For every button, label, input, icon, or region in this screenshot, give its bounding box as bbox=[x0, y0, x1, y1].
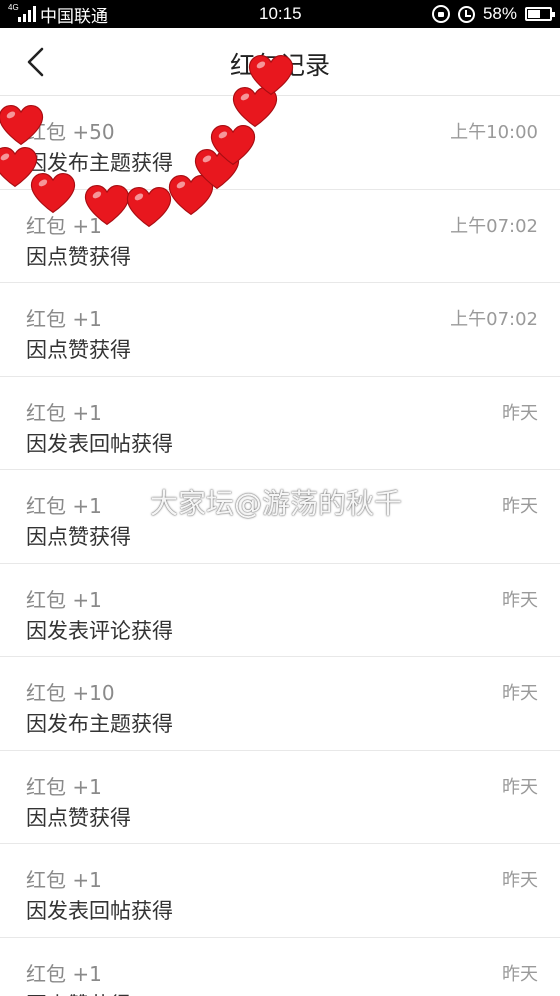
page-title: 红包记录 bbox=[229, 51, 330, 80]
record-amount: 红包 +10 bbox=[26, 681, 115, 705]
record-item[interactable]: 红包 +1 因点赞获得 昨天 bbox=[0, 750, 560, 844]
record-reason: 因点赞获得 bbox=[26, 525, 131, 549]
record-time: 昨天 bbox=[502, 496, 538, 517]
record-item[interactable]: 红包 +1 因发表回帖获得 昨天 bbox=[0, 376, 560, 470]
rotation-lock-icon bbox=[431, 5, 450, 23]
record-item[interactable]: 红包 +1 因点赞获得 昨天 bbox=[0, 937, 560, 996]
record-item[interactable]: 红包 +1 因点赞获得 上午07:02 bbox=[0, 189, 560, 283]
record-reason: 因发表回帖获得 bbox=[26, 899, 173, 923]
screen: 4G 中国联通 10:15 58% 红包记录 红包 +50 因发布主题获得 上午10… bbox=[0, 0, 560, 996]
record-amount: 红包 +1 bbox=[26, 494, 102, 518]
record-time: 上午07:02 bbox=[450, 309, 538, 330]
record-amount: 红包 +1 bbox=[26, 961, 102, 986]
record-reason: 因点赞获得 bbox=[26, 338, 131, 362]
status-left: 4G 中国联通 bbox=[6, 3, 108, 26]
network-type: 4G bbox=[8, 3, 19, 12]
carrier-name: 中国联通 bbox=[40, 6, 108, 26]
record-amount: 红包 +1 bbox=[26, 400, 102, 425]
record-time: 昨天 bbox=[502, 963, 538, 985]
record-item[interactable]: 红包 +1 因点赞获得 昨天 bbox=[0, 470, 560, 564]
record-time: 昨天 bbox=[502, 870, 538, 891]
record-time: 昨天 bbox=[502, 776, 538, 798]
record-time: 昨天 bbox=[502, 402, 538, 424]
nav-header: 红包记录 bbox=[0, 28, 560, 96]
status-time: 10:15 bbox=[259, 4, 302, 23]
record-reason: 因发布主题获得 bbox=[26, 151, 173, 175]
battery-level bbox=[528, 10, 541, 18]
record-item[interactable]: 红包 +10 因发布主题获得 昨天 bbox=[0, 657, 560, 751]
record-reason: 因发布主题获得 bbox=[26, 712, 173, 736]
record-item[interactable]: 红包 +1 因发表评论获得 昨天 bbox=[0, 563, 560, 657]
status-bar: 4G 中国联通 10:15 58% bbox=[0, 0, 560, 28]
battery-percent: 58% bbox=[482, 4, 517, 23]
record-amount: 红包 +1 bbox=[26, 868, 102, 892]
record-amount: 红包 +1 bbox=[26, 587, 102, 612]
record-reason: 因发表评论获得 bbox=[26, 618, 173, 643]
battery-icon bbox=[525, 7, 555, 21]
record-time: 昨天 bbox=[502, 683, 538, 704]
record-reason: 因点赞获得 bbox=[26, 805, 131, 830]
record-amount: 红包 +50 bbox=[26, 120, 115, 144]
record-item[interactable]: 红包 +1 因点赞获得 上午07:02 bbox=[0, 283, 560, 377]
record-time: 上午10:00 bbox=[450, 122, 538, 143]
record-item[interactable]: 红包 +50 因发布主题获得 上午10:00 bbox=[0, 96, 560, 190]
signal-icon bbox=[18, 6, 36, 22]
record-time: 昨天 bbox=[502, 589, 538, 611]
alarm-icon bbox=[457, 5, 475, 23]
status-right: 58% bbox=[431, 3, 555, 25]
record-time: 上午07:02 bbox=[450, 215, 538, 237]
record-reason: 因点赞获得 bbox=[26, 244, 131, 269]
record-amount: 红包 +1 bbox=[26, 774, 102, 799]
record-reason: 因发表回帖获得 bbox=[26, 431, 173, 456]
record-amount: 红包 +1 bbox=[26, 307, 102, 331]
record-reason: 因点赞获得 bbox=[26, 989, 131, 996]
record-item[interactable]: 红包 +1 因发表回帖获得 昨天 bbox=[0, 844, 560, 938]
record-list: 红包 +50 因发布主题获得 上午10:00 红包 +1 因点赞获得 上午07:02 红包 … bbox=[0, 96, 560, 996]
record-amount: 红包 +1 bbox=[26, 213, 102, 238]
